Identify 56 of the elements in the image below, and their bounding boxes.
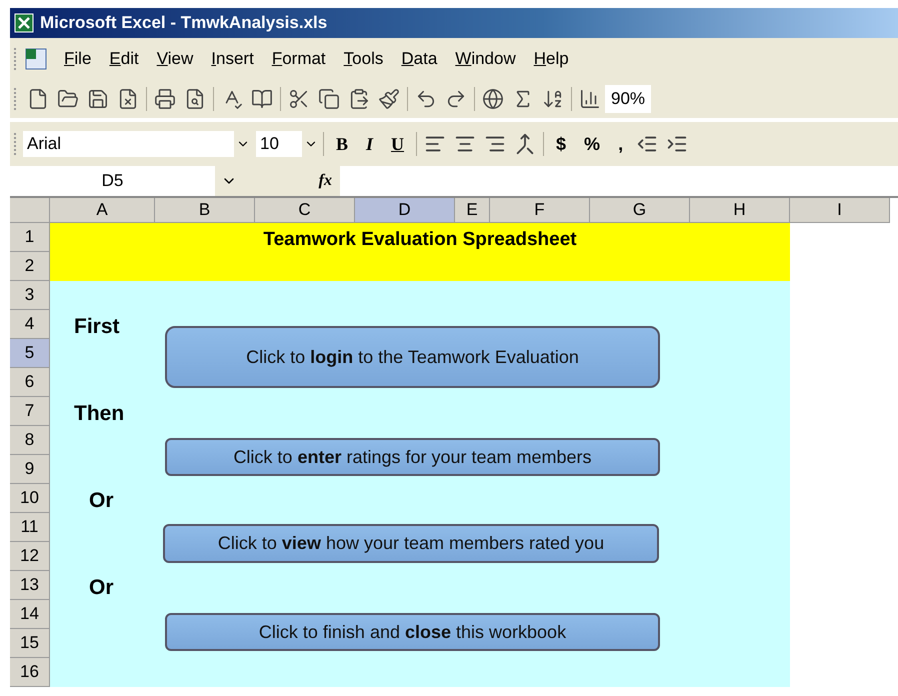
number-format-button[interactable]: , xyxy=(609,134,632,154)
cell-text: First xyxy=(74,315,120,339)
action-button[interactable]: Click to view how your team members rated you xyxy=(163,524,659,563)
column-header[interactable]: F xyxy=(490,198,590,223)
row-header[interactable]: 3 xyxy=(10,281,50,310)
menu-item[interactable]: Help xyxy=(524,49,578,69)
row-header[interactable]: 11 xyxy=(10,513,50,542)
cell-text: Then xyxy=(74,402,124,426)
font-size-field[interactable]: 10 xyxy=(256,131,320,157)
menu-item[interactable]: Data xyxy=(392,49,446,69)
format-button[interactable]: I xyxy=(357,134,382,154)
row-header[interactable]: 12 xyxy=(10,542,50,571)
row-header[interactable]: 5 xyxy=(10,339,50,368)
row-header[interactable]: 9 xyxy=(10,455,50,484)
row-header[interactable]: 14 xyxy=(10,600,50,629)
column-header[interactable]: E xyxy=(455,198,490,223)
menu-item[interactable]: View xyxy=(148,49,202,69)
format-button[interactable]: U xyxy=(382,134,414,154)
menu-item[interactable]: File xyxy=(55,49,100,69)
menu-item[interactable]: Format xyxy=(262,49,335,69)
row-header[interactable]: 15 xyxy=(10,629,50,658)
row-header[interactable]: 13 xyxy=(10,571,50,600)
row-header[interactable]: 8 xyxy=(10,426,50,455)
spreadsheet-app-icon xyxy=(14,13,34,33)
menu-item[interactable]: Tools xyxy=(334,49,392,69)
column-header[interactable]: C xyxy=(255,198,355,223)
sheet-title: Teamwork Evaluation Spreadsheet xyxy=(262,229,578,251)
action-button[interactable]: Click to login to the Teamwork Evaluation xyxy=(165,326,660,388)
function-button[interactable]: fx xyxy=(318,172,332,190)
workbook-icon[interactable] xyxy=(23,47,49,71)
column-header[interactable]: I xyxy=(790,198,890,223)
action-button[interactable]: Click to enter ratings for your team members xyxy=(165,438,660,476)
row-header[interactable]: 6 xyxy=(10,368,50,397)
column-header[interactable]: B xyxy=(155,198,255,223)
zoom-field[interactable]: 90% xyxy=(605,85,652,113)
row-header[interactable]: 16 xyxy=(10,658,50,687)
menu-item[interactable]: Window xyxy=(446,49,525,69)
row-header[interactable]: 7 xyxy=(10,397,50,426)
number-format-button[interactable]: $ xyxy=(547,134,576,154)
menu-item[interactable]: Edit xyxy=(100,49,148,69)
number-format-button[interactable]: % xyxy=(575,134,610,154)
column-header[interactable]: H xyxy=(690,198,790,223)
cell-text: Or xyxy=(89,576,114,600)
row-header[interactable]: 1 xyxy=(10,223,50,252)
row-header[interactable]: 2 xyxy=(10,252,50,281)
window-title: Microsoft Excel - TmwkAnalysis.xls xyxy=(40,13,328,33)
row-header[interactable]: 4 xyxy=(10,310,50,339)
column-header[interactable]: G xyxy=(590,198,690,223)
menu-item[interactable]: Insert xyxy=(202,49,263,69)
format-button[interactable]: B xyxy=(327,134,358,154)
column-header[interactable]: D xyxy=(355,198,455,223)
font-field[interactable]: Arial xyxy=(23,131,252,157)
action-button[interactable]: Click to finish and close this workbook xyxy=(165,613,660,651)
cell-text: Or xyxy=(89,489,114,513)
row-header[interactable]: 10 xyxy=(10,484,50,513)
column-header[interactable]: A xyxy=(50,198,155,223)
